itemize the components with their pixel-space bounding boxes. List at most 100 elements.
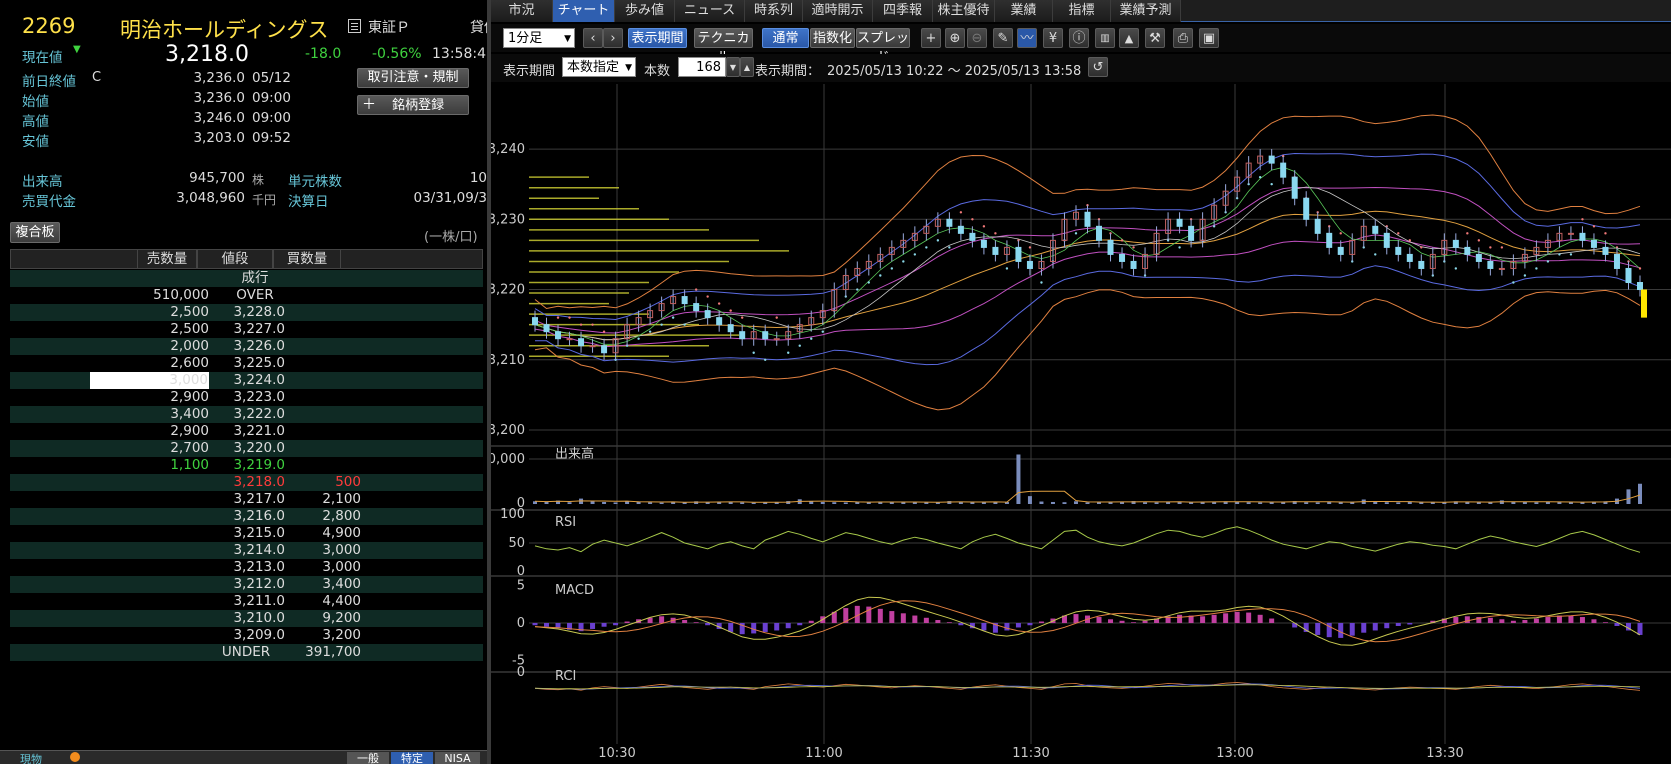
candle-body	[1475, 253, 1482, 262]
zoom-in-icon[interactable]: ⊕	[945, 28, 965, 48]
count-mode-select[interactable]: 本数指定 ▼	[562, 57, 636, 77]
down-arrow-icon: ▼	[73, 44, 81, 55]
index-button[interactable]: 指数化	[810, 28, 855, 48]
macd-histogram-bar	[1384, 623, 1390, 629]
volume-bar	[751, 502, 756, 504]
open-label: 始値	[22, 94, 49, 110]
technical-button[interactable]: テクニカル	[694, 28, 753, 65]
tab-general[interactable]: 一般	[347, 752, 389, 764]
ask-qty: 2,700	[170, 440, 209, 456]
spread-button[interactable]: スプレッド	[856, 28, 910, 65]
candle-body	[1084, 211, 1091, 227]
volume-bar	[590, 501, 595, 504]
tab-specific[interactable]: 特定	[391, 752, 433, 764]
board-row[interactable]: 3,214.0 3,000	[10, 542, 483, 559]
yen-icon[interactable]: ¥	[1043, 28, 1063, 48]
stock-chart[interactable]: 10:30 11:00 11:30 13:00 13:30 3,240 3,230 3,220…	[491, 84, 1671, 764]
candle-body	[589, 345, 596, 348]
tab-2[interactable]: 歩み値	[615, 0, 675, 22]
count-up-icon[interactable]: ▲	[740, 57, 754, 77]
board-row[interactable]: 2,600 3,225.0	[10, 355, 483, 372]
tab-8[interactable]: 業績	[995, 0, 1053, 22]
next-arrow-icon[interactable]: ›	[603, 28, 623, 48]
prev-arrow-icon[interactable]: ‹	[583, 28, 603, 48]
board-row[interactable]: 3,215.0 4,900	[10, 525, 483, 542]
board-row[interactable]: 3,212.0 3,400	[10, 576, 483, 593]
volume-bar	[602, 501, 607, 504]
macd-histogram-bar	[1096, 617, 1102, 623]
board-row[interactable]: 2,500 3,227.0	[10, 321, 483, 338]
wave-icon[interactable]: 〰	[1017, 28, 1037, 48]
tab-4[interactable]: 時系列	[745, 0, 803, 22]
window-icon[interactable]: ▣	[1199, 28, 1219, 48]
count-down-icon[interactable]: ▼	[726, 57, 740, 77]
print-icon[interactable]: ⎙	[1173, 28, 1193, 48]
composite-board-tab[interactable]: 複合板	[10, 222, 60, 243]
info-icon[interactable]: ⓘ	[1069, 28, 1089, 48]
settlement-value: 03/31,09/3	[413, 190, 487, 206]
macd-histogram-bar	[1038, 621, 1044, 623]
board-row[interactable]: 成行	[10, 270, 483, 287]
normal-button[interactable]: 通常	[762, 28, 809, 48]
candle-body	[1464, 246, 1471, 255]
candle-body	[1096, 225, 1103, 241]
tab-0[interactable]: 市況	[491, 0, 553, 22]
candle-body	[1268, 155, 1275, 164]
tab-nisa[interactable]: NISA	[435, 752, 480, 764]
current-price: 3,218.0	[165, 42, 249, 67]
count-input[interactable]: 168	[678, 57, 726, 77]
board-row[interactable]: 2,900 3,221.0	[10, 423, 483, 440]
board-row[interactable]: 3,211.0 4,400	[10, 593, 483, 610]
board-row[interactable]: 3,217.0 2,100	[10, 491, 483, 508]
board-row[interactable]: 2,700 3,220.0	[10, 440, 483, 457]
low-value: 3,203.0	[193, 130, 245, 146]
reset-icon[interactable]: ↺	[1088, 57, 1108, 77]
board-row[interactable]: 3,209.0 3,200	[10, 627, 483, 644]
list-icon[interactable]	[348, 19, 361, 33]
board-row[interactable]: 2,900 3,223.0	[10, 389, 483, 406]
macd-histogram-bar	[1004, 623, 1010, 631]
interval-select[interactable]: 1分足 ▼	[503, 28, 575, 48]
area-chart-icon[interactable]: ▲	[1119, 28, 1139, 48]
dropdown-arrow-icon: ▼	[625, 63, 632, 73]
sar-dot	[1028, 246, 1032, 249]
tab-6[interactable]: 四季報	[873, 0, 933, 22]
current-price-label: 現在値	[22, 50, 63, 66]
macd-histogram-bar	[544, 623, 550, 627]
board-row[interactable]: 3,000 3,224.0	[10, 372, 483, 389]
zoom-out-icon[interactable]: ⊖	[967, 28, 987, 48]
tab-9[interactable]: 指標	[1053, 0, 1111, 22]
sar-dot	[1040, 281, 1043, 284]
board-row[interactable]: 3,216.0 2,800	[10, 508, 483, 525]
board-row[interactable]: 3,400 3,222.0	[10, 406, 483, 423]
tab-1[interactable]: チャート	[553, 0, 615, 22]
time-tick-label: 11:00	[805, 746, 842, 761]
board-row[interactable]: 510,000 OVER	[10, 287, 483, 304]
crosshair-icon[interactable]: +	[921, 28, 941, 48]
board-row[interactable]: 3,218.0 500	[10, 474, 483, 491]
sar-dot	[1546, 260, 1550, 263]
board-row[interactable]: 2,000 3,226.0	[10, 338, 483, 355]
wrench-icon[interactable]: ⚒	[1145, 28, 1165, 48]
tab-10[interactable]: 業績予測	[1111, 0, 1181, 22]
board-row[interactable]: UNDER 391,700	[10, 644, 483, 661]
trade-notice-button[interactable]: 取引注意・規制	[357, 68, 469, 88]
period-button[interactable]: 表示期間	[628, 28, 687, 48]
volume-bar	[1638, 483, 1642, 504]
board-row[interactable]: 1,100 3,219.0	[10, 457, 483, 474]
board-row[interactable]: 2,500 3,228.0	[10, 304, 483, 321]
tab-3[interactable]: ニュース	[675, 0, 745, 22]
board-row[interactable]: 3,210.0 9,200	[10, 610, 483, 627]
register-stock-button[interactable]: ＋ 銘柄登録	[357, 95, 469, 115]
volume-bar	[981, 502, 986, 504]
board-row[interactable]: 3,213.0 3,000	[10, 559, 483, 576]
volume-bar	[1304, 502, 1309, 504]
candle-body	[1314, 218, 1321, 234]
sar-dot	[660, 323, 663, 326]
macd-histogram-bar	[1211, 614, 1217, 623]
tab-5[interactable]: 適時開示	[803, 0, 873, 22]
my-chart-icon[interactable]: ▥	[1095, 28, 1115, 48]
sar-dot	[913, 253, 917, 256]
pen-icon[interactable]: ✎	[993, 28, 1013, 48]
tab-7[interactable]: 株主優待	[933, 0, 995, 22]
